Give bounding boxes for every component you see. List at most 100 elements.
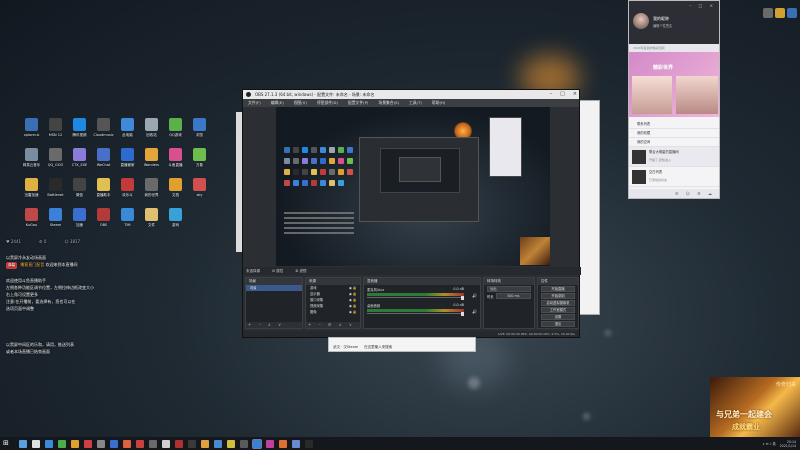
taskbar-app-icon[interactable] [97,439,105,448]
mini-dialog-search[interactable]: 在这里输入来搜索 [364,343,392,352]
taskbar-app-icon[interactable] [149,439,157,448]
desktop-icon[interactable]: 游戏 [164,208,187,238]
source-item[interactable]: 图像 ◉ 🔒 [306,309,360,315]
taskbar-app-icon[interactable] [214,439,222,448]
desktop-icon[interactable]: Cloudmusic [92,118,115,148]
duration-input[interactable]: 300 ms [495,293,531,299]
desktop-icon[interactable]: MSN 12 [44,118,67,148]
volume-knob[interactable] [461,295,464,300]
menu-item[interactable]: 编辑(E) [271,99,284,107]
chat-list-item[interactable]: 联系列表 [629,120,719,129]
control-button[interactable]: 启动虚拟摄像机 [541,300,575,306]
menu-item[interactable]: 场景集合(S) [378,99,399,107]
background-window[interactable] [578,100,600,315]
desktop-icon[interactable]: OBS [92,208,115,238]
menu-item[interactable]: 工具(T) [409,99,422,107]
volume-slider[interactable] [367,297,464,298]
taskbar-app-icon[interactable] [32,439,40,448]
transition-select[interactable]: 淡出 [487,286,531,292]
taskbar-app-icon[interactable] [175,439,183,448]
desktop-icon[interactable]: xplorer-b [20,118,43,148]
game-advertisement[interactable]: 传奇归来 与兄弟一起建会 成就霸业 [710,377,800,437]
chat-list-item[interactable]: 我的收藏 [629,129,719,138]
obs-preview-canvas[interactable] [276,107,550,266]
start-button[interactable]: ⊞ [3,439,13,448]
taskbar-app-icon[interactable] [162,439,170,448]
desktop-icon[interactable]: WeChat [92,148,115,178]
taskbar-app-icon[interactable] [252,438,262,449]
scene-item[interactable]: 场景 [246,285,302,291]
taskbar-app-icon[interactable] [188,439,196,448]
desktop-icon[interactable]: 万象 [188,148,211,178]
desktop-icon[interactable]: 文档 [164,178,187,208]
desktop-icon[interactable]: 网易云音乐 [20,148,43,178]
taskbar-app-icon[interactable] [123,439,131,448]
filters-button[interactable]: ⚙ 滤镜 [295,267,306,275]
taskbar-app-icon[interactable] [240,439,248,448]
app-icon[interactable] [763,8,773,18]
desktop-icon[interactable]: 直播助手 [92,178,115,208]
chat-banner[interactable]: 精彩世界 [629,52,719,117]
taskbar-app-icon[interactable] [71,439,79,448]
taskbar-app-icon[interactable] [305,439,313,448]
scenes-toolbar[interactable]: + – ∧ ∨ [246,322,302,328]
close-icon[interactable]: × [573,90,577,99]
desktop-icon[interactable]: 迅雷加速 [20,178,43,208]
desktop-icon[interactable]: 回收站 [140,118,163,148]
taskbar-app-icon[interactable] [279,439,287,448]
desktop-icon[interactable]: CTX_EXE [68,148,91,178]
obs-window[interactable]: OBS 27.1.3 (64 bit, windows) - 配置文件: 未命名… [242,89,581,338]
desktop-icon[interactable]: Wonders [140,148,163,178]
speaker-icon[interactable]: 🔊 [472,293,477,298]
minimize-icon[interactable]: – [550,90,553,99]
avatar[interactable] [633,13,649,29]
chat-app-window[interactable]: – □ × 我的昵称 编辑个性签名 2020年度我的精彩回顾 精彩世界 联系列表… [628,0,720,199]
clock[interactable]: 20:14 2021/1/14 [780,440,796,448]
desktop-icon[interactable]: 文件 [140,208,163,238]
menu-item[interactable]: 帮助(H) [432,99,445,107]
app-icon[interactable] [775,8,785,18]
desktop-icon[interactable]: 欢乐斗 [116,178,139,208]
taskbar-app-icon[interactable] [266,439,274,448]
desktop-icon[interactable]: QQ_GOO [44,148,67,178]
desktop-icon[interactable]: QQ游戏 [164,118,187,148]
mini-dialog[interactable]: 武汉 · 汉Steam 在这里输入来搜索 [328,337,476,352]
tray-icons[interactable]: ∧ ✉ ♪ 英 [762,441,775,446]
menu-item[interactable]: 文件(F) [248,99,261,107]
desktop-icon[interactable]: 微信 [68,178,91,208]
menu-item[interactable]: 配置文件(P) [348,99,368,107]
taskbar-app-icon[interactable] [19,439,27,448]
desktop-icon[interactable]: TIM [116,208,139,238]
desktop-icon[interactable]: sky [188,178,211,208]
properties-button[interactable]: ⚙ 属性 [272,267,283,275]
control-button[interactable]: 工作室模式 [541,307,575,313]
taskbar-app-icon[interactable] [84,439,92,448]
taskbar-app-icon[interactable] [201,439,209,448]
desktop-icon[interactable]: 斗鱼直播 [164,148,187,178]
sources-toolbar[interactable]: + – ⚙ ∧ ∨ [306,322,360,328]
control-button[interactable]: 设置 [541,314,575,320]
speaker-icon[interactable]: 🔊 [472,309,477,314]
taskbar-app-icon[interactable] [227,439,235,448]
menu-item[interactable]: 停靠部件(D) [317,99,338,107]
desktop-icon[interactable]: 腾讯视频 [68,118,91,148]
chat-window-controls[interactable]: – □ × [689,3,716,8]
chat-search-bar[interactable]: 2020年度我的精彩回顾 [629,44,719,52]
chat-list-item[interactable]: 空白列表 已添加的好友 [629,167,719,187]
visibility-icon[interactable]: ◉ 🔒 [349,309,360,315]
taskbar-app-icon[interactable] [110,439,118,448]
obs-titlebar[interactable]: OBS 27.1.3 (64 bit, windows) - 配置文件: 未命名… [243,90,579,99]
chat-list-item[interactable]: 联合大明星的直播间 开播了·赶快进入 [629,147,719,167]
desktop-icon[interactable]: 直播管家 [116,148,139,178]
desktop-icon[interactable]: Steam [44,208,67,238]
chat-footer-icons[interactable]: ☰ ☺ ⚙ ☁ [629,189,719,198]
desktop-icon[interactable]: 我的世界 [140,178,163,208]
chat-list-item[interactable]: 我的空间 [629,138,719,147]
desktop-icon[interactable]: Battlenet [44,178,67,208]
maximize-icon[interactable]: □ [560,90,565,99]
desktop-icon[interactable]: KuGou [20,208,43,238]
menu-item[interactable]: 视图(V) [294,99,307,107]
mini-dialog-item[interactable]: 武汉 · 汉Steam [333,343,358,352]
taskbar-app-icon[interactable] [292,439,300,448]
taskbar-app-icon[interactable] [58,439,66,448]
